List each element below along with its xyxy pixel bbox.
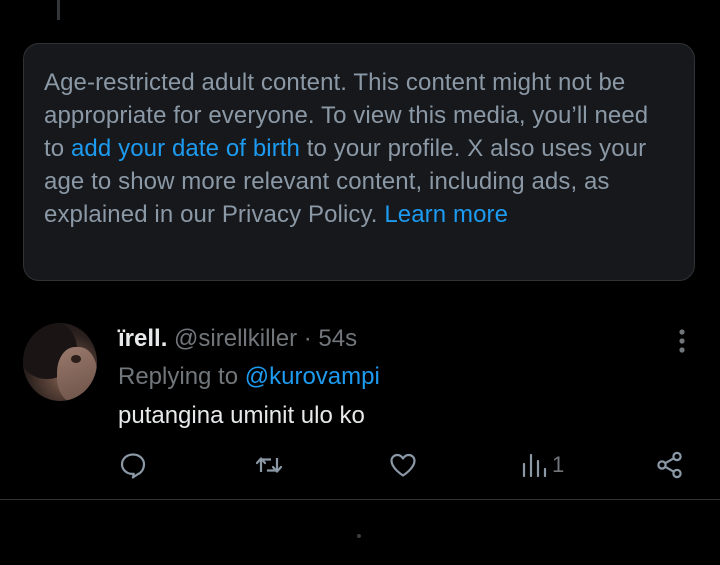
scroll-indicator (357, 534, 361, 538)
thread-line (57, 0, 60, 20)
tweet-actions: 1 (0, 448, 720, 482)
more-options-button[interactable] (666, 326, 698, 356)
add-date-of-birth-link[interactable]: add your date of birth (71, 135, 300, 162)
views-count: 1 (552, 452, 565, 477)
reply-button[interactable] (118, 448, 148, 482)
timestamp[interactable]: 54s (318, 325, 357, 352)
tweet-text: putangina uminit ulo ko (118, 402, 365, 429)
repost-button[interactable] (253, 448, 285, 482)
reply-icon (120, 453, 146, 479)
learn-more-link[interactable]: Learn more (384, 201, 508, 228)
views-icon (522, 453, 547, 478)
like-button[interactable] (388, 448, 418, 482)
share-icon (657, 451, 682, 479)
replying-to: Replying to @kurovampi (118, 362, 380, 392)
reply-tweet[interactable]: ïrell. @sirellkiller · 54s Replying to @… (0, 300, 720, 500)
share-button[interactable] (655, 448, 685, 482)
page: Age-restricted adult content. This conte… (0, 0, 720, 565)
age-restricted-notice: Age-restricted adult content. This conte… (23, 43, 695, 281)
avatar[interactable] (23, 323, 97, 401)
display-name[interactable]: ïrell. (118, 325, 167, 352)
meta-separator: · (297, 325, 319, 352)
tweet-header: ïrell. @sirellkiller · 54s (118, 324, 357, 354)
user-handle[interactable]: @sirellkiller (174, 325, 297, 352)
replying-to-handle[interactable]: @kurovampi (245, 363, 380, 390)
more-vertical-icon (679, 329, 685, 353)
heart-icon (390, 453, 416, 477)
notice-text: Age-restricted adult content. This conte… (44, 66, 674, 231)
views-button[interactable]: 1 (520, 448, 564, 482)
repost-icon (255, 457, 283, 473)
replying-to-label: Replying to (118, 363, 245, 390)
